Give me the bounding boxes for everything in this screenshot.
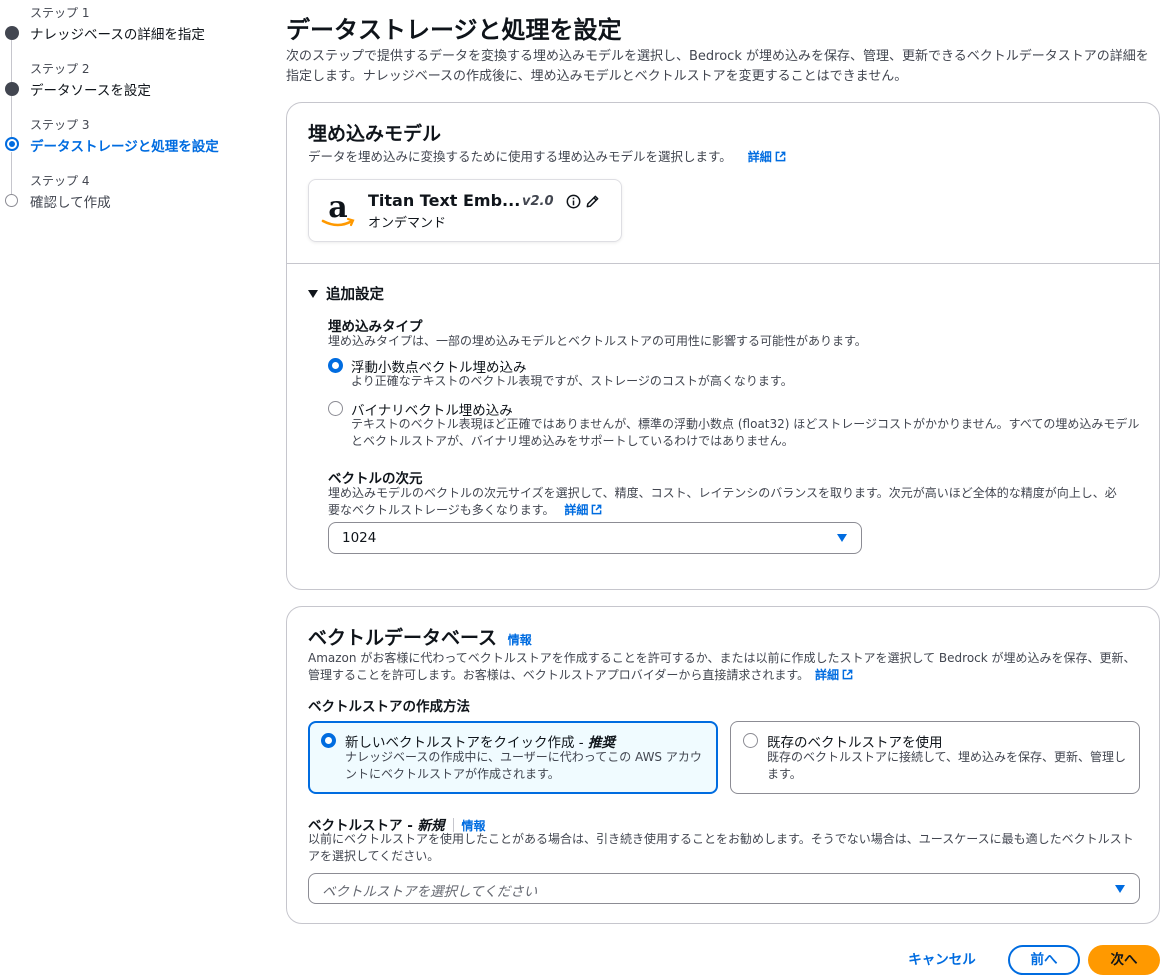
selected-model-tile[interactable]: a Titan Text Emb... v2.0 オンデマンド [308, 179, 622, 242]
creation-method-label: ベクトルストアの作成方法 [308, 699, 470, 715]
external-link-icon [842, 669, 853, 680]
quick-create-tile[interactable]: 新しいベクトルストアをクイック作成 - 推奨 ナレッジベースの作成中に、ユーザー… [308, 721, 718, 794]
vector-database-card: ベクトルデータベース 情報 Amazon がお客様に代わってベクトルストアを作成… [286, 606, 1160, 924]
float-embedding-description: より正確なテキストのベクトル表現ですが、ストレージのコストが高くなります。 [351, 374, 793, 388]
edit-pencil-icon[interactable] [585, 194, 600, 209]
existing-store-description: 既存のベクトルストアに接続して、埋め込みを保存、更新、管理します。 [767, 750, 1127, 781]
vector-db-description-text: Amazon がお客様に代わってベクトルストアを作成することを許可するか、または… [308, 651, 1136, 682]
existing-store-label: 既存のベクトルストアを使用 [767, 735, 943, 751]
separator [452, 818, 454, 832]
step-number: ステップ 4 [30, 174, 90, 188]
vector-db-description: Amazon がお客様に代わってベクトルストアを作成することを許可するか、または… [308, 650, 1140, 684]
info-icon[interactable] [566, 194, 581, 209]
embedding-type-description: 埋め込みタイプは、一部の埋め込みモデルとベクトルストアの可用性に影響する可能性が… [328, 334, 867, 348]
existing-store-radio[interactable] [743, 733, 758, 748]
vector-dimension-description: 埋め込みモデルのベクトルの次元サイズを選択して、精度、コスト、レイテンシのバラン… [328, 485, 1118, 519]
quick-create-label: 新しいベクトルストアをクイック作成 - 推奨 [345, 731, 615, 751]
vector-db-header: ベクトルデータベース 情報 [308, 623, 532, 650]
step-connector [11, 96, 12, 139]
step-number: ステップ 1 [30, 6, 90, 20]
step-current-icon [5, 137, 19, 151]
float-embedding-radio[interactable] [328, 358, 343, 373]
model-throughput: オンデマンド [368, 216, 447, 231]
embedding-section-title: 埋め込みモデル [308, 123, 442, 145]
vector-db-info-link[interactable]: 情報 [508, 633, 532, 647]
vector-store-select[interactable]: ベクトルストアを選択してください [308, 873, 1140, 904]
step-connector [11, 40, 12, 83]
binary-embedding-radio[interactable] [328, 401, 343, 416]
additional-settings-label: 追加設定 [326, 287, 384, 303]
learn-more-text: 詳細 [564, 503, 589, 517]
cancel-button[interactable]: キャンセル [896, 945, 988, 975]
model-version: v2.0 [522, 194, 554, 209]
vector-dimension-description-text: 埋め込みモデルのベクトルの次元サイズを選択して、精度、コスト、レイテンシのバラン… [328, 486, 1117, 517]
model-name: Titan Text Emb... [368, 191, 521, 210]
dropdown-arrow-icon [837, 534, 847, 542]
embedding-type-label: 埋め込みタイプ [328, 319, 423, 335]
step-done-icon [5, 26, 19, 40]
amazon-logo-icon: a [321, 193, 355, 227]
step-title: 確認して作成 [30, 195, 111, 211]
vector-dimension-label: ベクトルの次元 [328, 471, 423, 487]
vector-store-placeholder: ベクトルストアを選択してください [322, 884, 538, 900]
page-description: 次のステップで提供するデータを変換する埋め込みモデルを選択し、Bedrock が… [286, 49, 1149, 84]
dimension-learn-more-link[interactable]: 詳細 [564, 503, 602, 517]
step-number: ステップ 3 [30, 118, 90, 132]
next-button[interactable]: 次へ [1088, 945, 1160, 975]
step-pending-icon [5, 194, 18, 207]
step-title[interactable]: ナレッジベースの詳細を指定 [30, 23, 205, 43]
embedding-model-card: 埋め込みモデル データを埋め込みに変換するために使用する埋め込みモデルを選択しま… [286, 102, 1160, 590]
step-title: データストレージと処理を設定 [30, 139, 219, 155]
vector-db-title: ベクトルデータベース [308, 627, 498, 649]
step-number: ステップ 2 [30, 62, 90, 76]
previous-button[interactable]: 前へ [1008, 945, 1080, 975]
svg-text:a: a [328, 193, 347, 225]
binary-embedding-description: テキストのベクトル表現ほど正確ではありませんが、標準の浮動小数点 (float3… [351, 417, 1140, 448]
caret-down-icon [308, 290, 318, 298]
vector-dimension-value: 1024 [342, 530, 377, 546]
page-title: データストレージと処理を設定 [286, 16, 622, 44]
vector-dimension-select[interactable]: 1024 [328, 522, 862, 554]
learn-more-text: 詳細 [747, 150, 772, 164]
step-done-icon [5, 82, 19, 96]
embedding-description: データを埋め込みに変換するために使用する埋め込みモデルを選択します。 詳細 [308, 148, 786, 166]
embedding-learn-more-link[interactable]: 詳細 [748, 150, 786, 164]
step-title[interactable]: データソースを設定 [30, 79, 151, 99]
quick-create-radio[interactable] [321, 733, 336, 748]
quick-create-description: ナレッジベースの作成中に、ユーザーに代わってこの AWS アカウントにベクトルス… [345, 750, 702, 781]
learn-more-text: 詳細 [814, 668, 839, 682]
embedding-description-text: データを埋め込みに変換するために使用する埋め込みモデルを選択します。 [308, 149, 732, 164]
dropdown-arrow-icon [1115, 885, 1125, 893]
section-divider [287, 263, 1159, 264]
external-link-icon [592, 504, 602, 515]
vector-store-description: 以前にベクトルストアを使用したことがある場合は、引き続き使用することをお勧めしま… [308, 832, 1134, 863]
vector-db-learn-more-link[interactable]: 詳細 [815, 668, 853, 682]
additional-settings-toggle[interactable]: 追加設定 [308, 283, 384, 304]
step-connector [11, 152, 12, 195]
external-link-icon [775, 151, 786, 162]
existing-store-tile[interactable]: 既存のベクトルストアを使用 既存のベクトルストアに接続して、埋め込みを保存、更新… [730, 721, 1140, 794]
